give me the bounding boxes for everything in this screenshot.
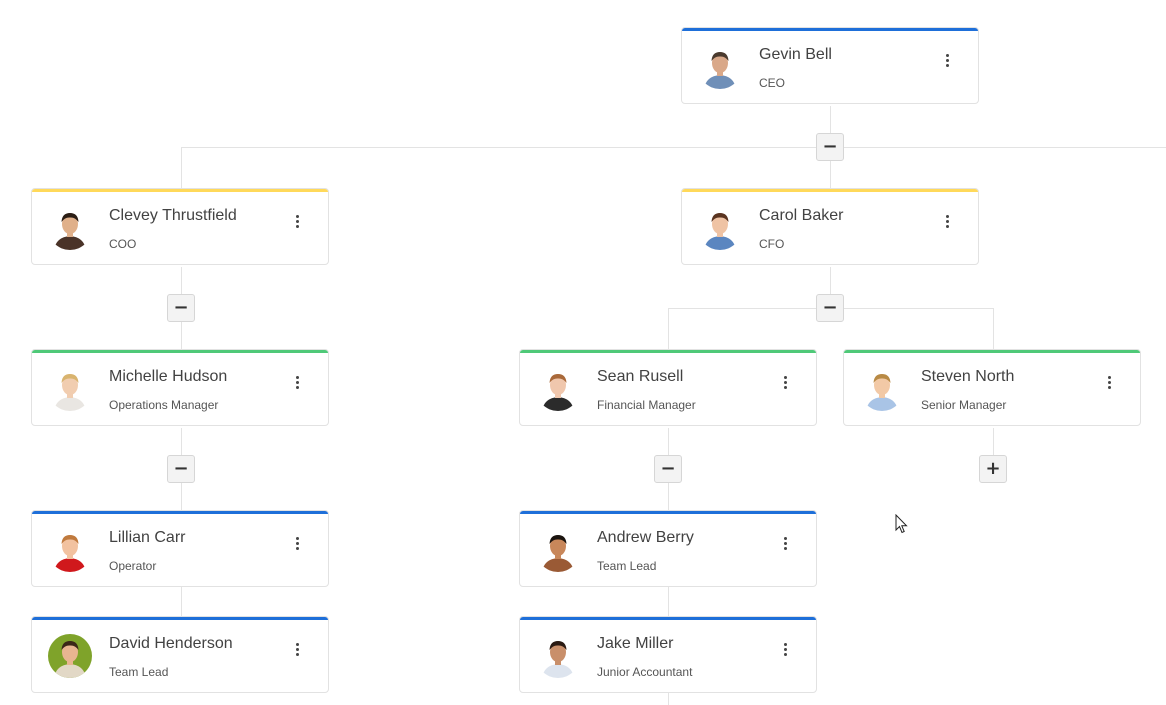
avatar (48, 528, 92, 572)
person-photo-icon (48, 367, 92, 411)
employee-title: Team Lead (109, 665, 169, 679)
person-photo-icon (48, 206, 92, 250)
employee-title: Operations Manager (109, 398, 219, 412)
employee-card[interactable]: Gevin Bell CEO (681, 27, 979, 104)
person-photo-icon (860, 367, 904, 411)
more-vertical-icon[interactable] (940, 50, 954, 70)
more-vertical-icon[interactable] (778, 639, 792, 659)
employee-title: Senior Manager (921, 398, 1007, 412)
card-accent-bar (682, 189, 978, 192)
employee-title: CFO (759, 237, 785, 251)
more-vertical-icon[interactable] (290, 533, 304, 553)
more-vertical-icon[interactable] (940, 211, 954, 231)
more-vertical-icon[interactable] (290, 372, 304, 392)
more-vertical-icon[interactable] (290, 211, 304, 231)
employee-name: Steven North (921, 368, 1015, 385)
employee-card[interactable]: Michelle Hudson Operations Manager (31, 349, 329, 426)
more-vertical-icon[interactable] (778, 533, 792, 553)
connector-level1-bus (181, 147, 1166, 148)
employee-card[interactable]: Jake Miller Junior Accountant (519, 616, 817, 693)
employee-card[interactable]: Sean Rusell Financial Manager (519, 349, 817, 426)
collapse-button-gevin[interactable]: − (816, 133, 844, 161)
card-accent-bar (32, 350, 328, 353)
employee-name: Jake Miller (597, 635, 674, 652)
card-accent-bar (32, 511, 328, 514)
employee-name: Andrew Berry (597, 529, 694, 546)
employee-title: COO (109, 237, 137, 251)
card-accent-bar (844, 350, 1140, 353)
person-photo-icon (536, 634, 580, 678)
employee-name: Sean Rusell (597, 368, 684, 385)
avatar (860, 367, 904, 411)
collapse-button-sean[interactable]: − (654, 455, 682, 483)
employee-title: Operator (109, 559, 157, 573)
employee-card[interactable]: Andrew Berry Team Lead (519, 510, 817, 587)
collapse-button-carol[interactable]: − (816, 294, 844, 322)
card-accent-bar (520, 617, 816, 620)
employee-card[interactable]: Lillian Carr Operator (31, 510, 329, 587)
employee-card[interactable]: David Henderson Team Lead (31, 616, 329, 693)
avatar (536, 528, 580, 572)
connector-to-sean (668, 308, 669, 349)
avatar (48, 367, 92, 411)
employee-card[interactable]: Carol Baker CFO (681, 188, 979, 265)
connector-to-clevey (181, 147, 182, 188)
collapse-button-clevey[interactable]: − (167, 294, 195, 322)
avatar (698, 45, 742, 89)
employee-name: Lillian Carr (109, 529, 186, 546)
person-photo-icon (48, 634, 92, 678)
person-photo-icon (698, 206, 742, 250)
card-accent-bar (520, 350, 816, 353)
employee-card[interactable]: Clevey Thrustfield COO (31, 188, 329, 265)
mouse-cursor-icon (895, 514, 908, 534)
employee-name: Clevey Thrustfield (109, 207, 237, 224)
card-accent-bar (32, 617, 328, 620)
connector-to-steven (993, 308, 994, 349)
employee-title: Junior Accountant (597, 665, 693, 679)
card-accent-bar (520, 511, 816, 514)
employee-card[interactable]: Steven North Senior Manager (843, 349, 1141, 426)
more-vertical-icon[interactable] (1102, 372, 1116, 392)
avatar (536, 367, 580, 411)
employee-title: Financial Manager (597, 398, 696, 412)
card-accent-bar (32, 189, 328, 192)
employee-name: David Henderson (109, 635, 233, 652)
expand-button-steven[interactable]: + (979, 455, 1007, 483)
more-vertical-icon[interactable] (290, 639, 304, 659)
avatar (536, 634, 580, 678)
person-photo-icon (536, 367, 580, 411)
avatar (48, 206, 92, 250)
avatar (698, 206, 742, 250)
card-accent-bar (682, 28, 978, 31)
person-photo-icon (48, 528, 92, 572)
person-photo-icon (698, 45, 742, 89)
employee-name: Michelle Hudson (109, 368, 228, 385)
avatar (48, 634, 92, 678)
employee-title: Team Lead (597, 559, 657, 573)
employee-title: CEO (759, 76, 786, 90)
person-photo-icon (536, 528, 580, 572)
collapse-button-michelle[interactable]: − (167, 455, 195, 483)
employee-name: Gevin Bell (759, 46, 832, 63)
employee-name: Carol Baker (759, 207, 844, 224)
more-vertical-icon[interactable] (778, 372, 792, 392)
